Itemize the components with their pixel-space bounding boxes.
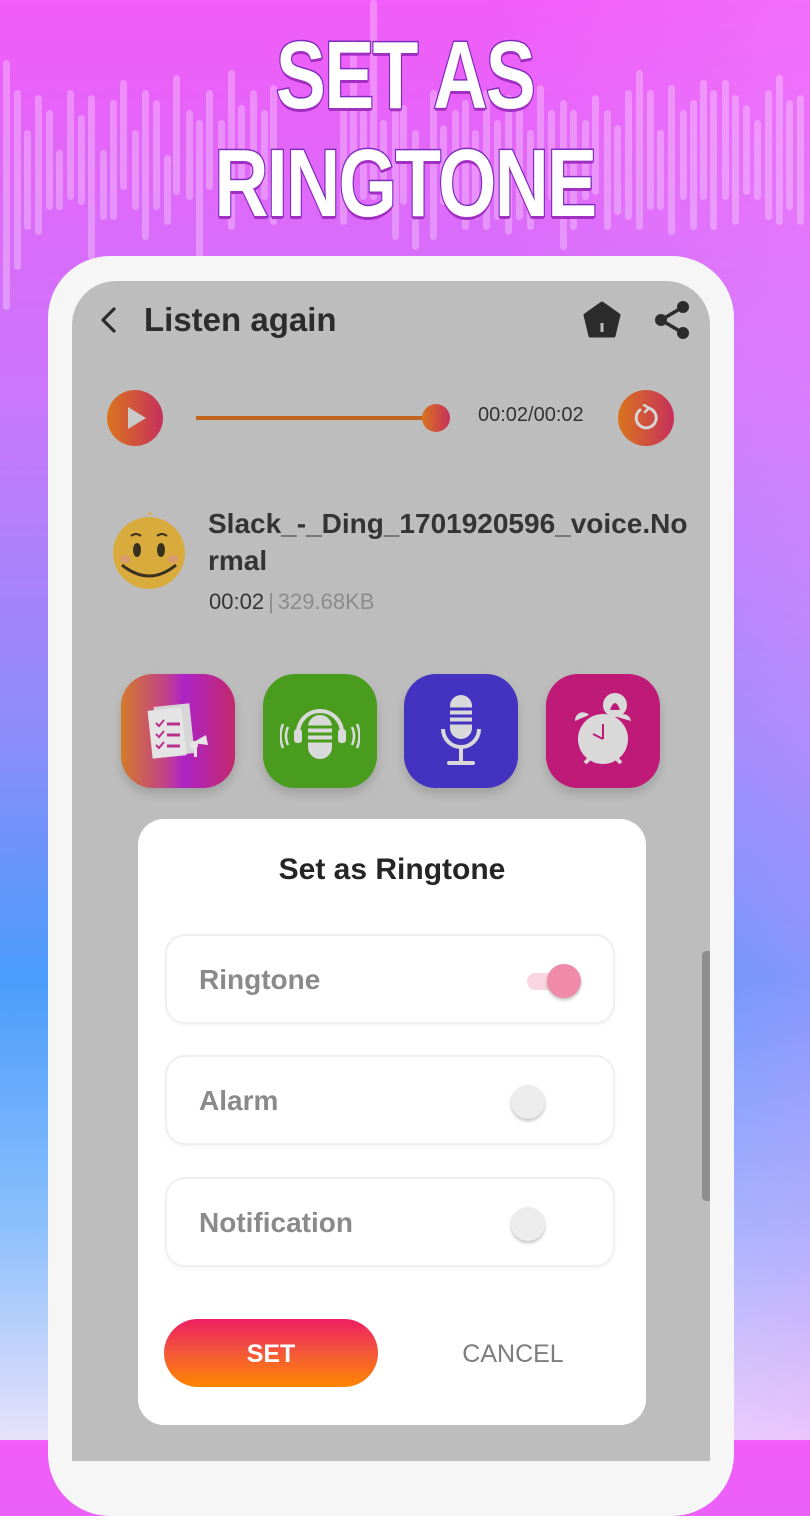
wave-bar bbox=[14, 90, 21, 270]
option-alarm[interactable]: Alarm bbox=[165, 1055, 615, 1145]
file-name: Slack_-_Ding_1701920596_voice.Normal bbox=[208, 508, 688, 576]
wave-bar bbox=[78, 115, 85, 205]
home-icon[interactable] bbox=[582, 301, 622, 339]
alarm-clock-icon bbox=[574, 693, 631, 765]
microphone-icon bbox=[441, 695, 481, 765]
playback-time: 00:02/00:02 bbox=[478, 404, 584, 426]
chevron-left-icon[interactable] bbox=[94, 303, 124, 337]
page-title: Listen again bbox=[144, 301, 337, 338]
wave-bar bbox=[732, 95, 739, 225]
banner-title: SET AS RINGTONE bbox=[89, 21, 721, 239]
repeat-icon bbox=[634, 404, 658, 430]
banner-line-1: SET AS bbox=[275, 21, 537, 131]
tool-shortcuts bbox=[72, 674, 710, 790]
set-button[interactable]: SET bbox=[164, 1319, 378, 1387]
wave-bar bbox=[754, 120, 761, 200]
option-label: Ringtone bbox=[199, 964, 321, 995]
banner-line-2: RINGTONE bbox=[213, 129, 598, 239]
scrollbar[interactable] bbox=[702, 951, 710, 1201]
repeat-button[interactable] bbox=[618, 390, 674, 446]
wave-bar bbox=[56, 150, 63, 210]
wave-bar bbox=[24, 130, 31, 230]
share-icon[interactable] bbox=[652, 299, 692, 341]
dialog-title: Set as Ringtone bbox=[278, 853, 506, 886]
file-size: 329.68KB bbox=[277, 589, 375, 614]
file-duration: 00:02 bbox=[209, 589, 265, 614]
alarm-toggle[interactable] bbox=[511, 1085, 581, 1119]
file-meta: 00:02 | 329.68KB bbox=[209, 589, 374, 615]
top-bar: Listen again bbox=[72, 281, 710, 361]
set-ringtone-dialog: Set as Ringtone Ringtone Alarm Notificat… bbox=[138, 819, 646, 1425]
document-megaphone-icon bbox=[147, 703, 208, 759]
file-info: Slack_-_Ding_1701920596_voice.Normal 00:… bbox=[72, 501, 710, 621]
tool-notes-button[interactable] bbox=[121, 674, 235, 788]
wave-bar bbox=[743, 105, 750, 195]
wave-bar bbox=[46, 110, 53, 210]
seek-bar[interactable] bbox=[196, 416, 436, 420]
seek-thumb[interactable] bbox=[422, 404, 450, 432]
option-notification[interactable]: Notification bbox=[165, 1177, 615, 1267]
tool-voice-recorder-button[interactable] bbox=[404, 674, 518, 788]
smiley-icon bbox=[113, 511, 185, 589]
wave-bar bbox=[67, 90, 74, 200]
wave-bar bbox=[722, 80, 729, 200]
cancel-button[interactable]: CANCEL bbox=[438, 1319, 588, 1387]
option-label: Alarm bbox=[199, 1085, 279, 1116]
wave-bar bbox=[797, 95, 804, 225]
wave-bar bbox=[35, 95, 42, 235]
wave-bar bbox=[786, 100, 793, 210]
wave-bar bbox=[3, 60, 10, 310]
ringtone-toggle[interactable] bbox=[525, 964, 581, 998]
wave-bar bbox=[765, 90, 772, 220]
audio-player: 00:02/00:02 bbox=[72, 386, 710, 446]
tool-podcast-button[interactable] bbox=[263, 674, 377, 788]
play-button[interactable] bbox=[107, 390, 163, 446]
podcast-mic-icon bbox=[280, 709, 360, 759]
tool-alarm-button[interactable] bbox=[546, 674, 660, 788]
option-label: Notification bbox=[199, 1207, 353, 1238]
wave-bar bbox=[776, 75, 783, 225]
notification-toggle[interactable] bbox=[511, 1207, 581, 1241]
option-ringtone[interactable]: Ringtone bbox=[165, 934, 615, 1024]
meta-separator: | bbox=[268, 589, 274, 614]
